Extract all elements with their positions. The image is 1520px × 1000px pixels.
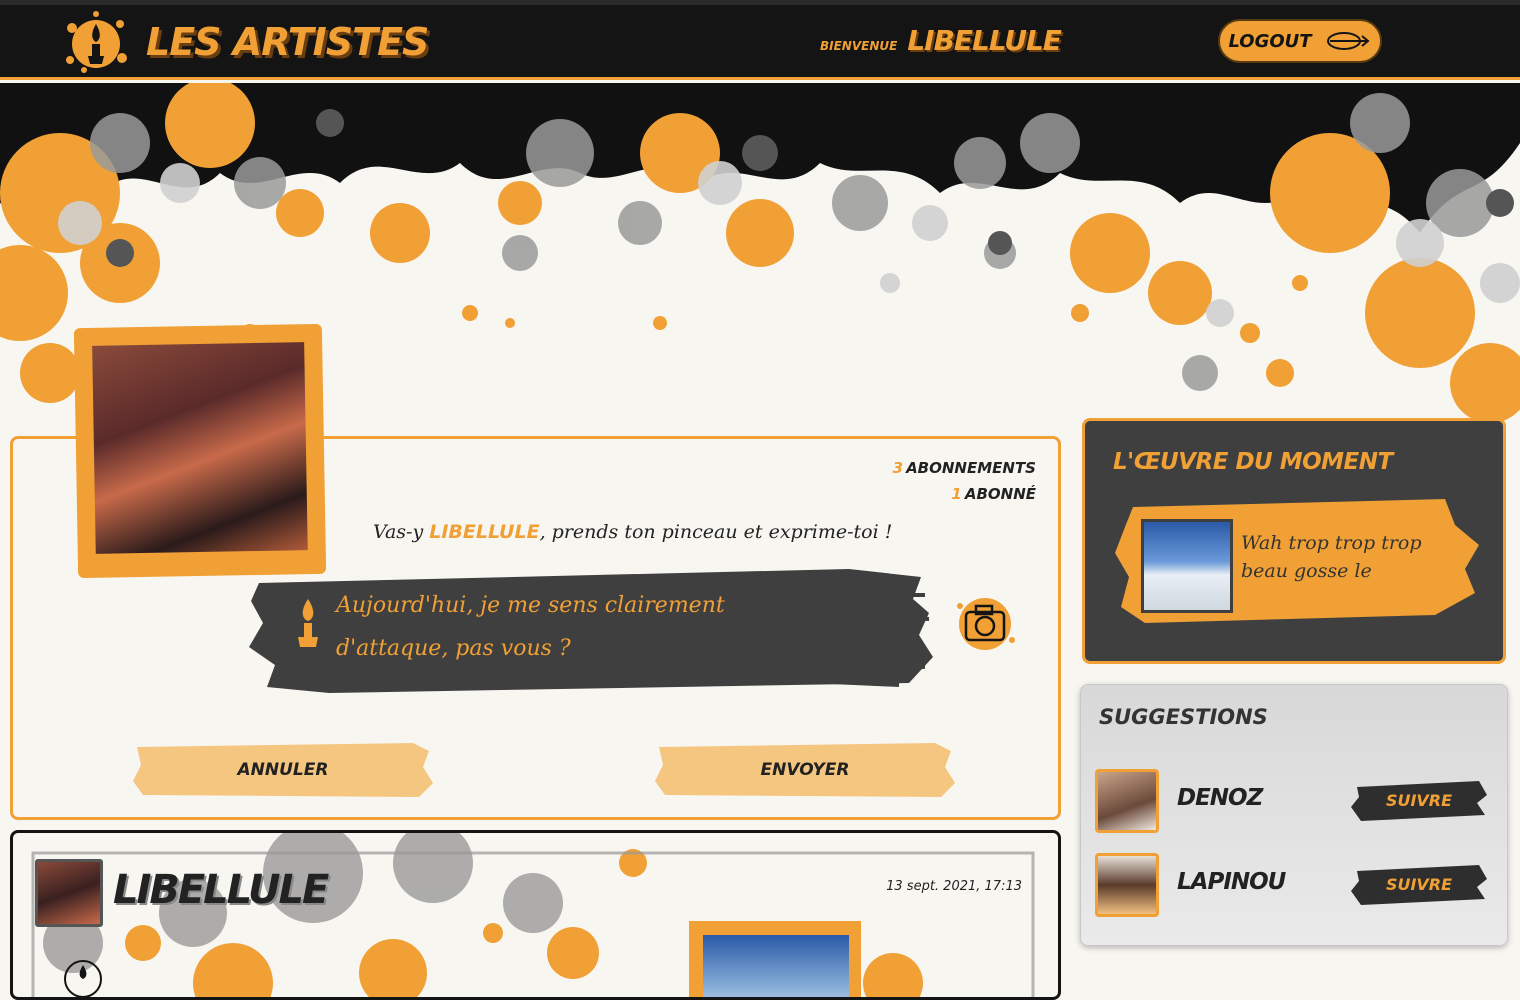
logout-button[interactable]: LOGOUT: [1218, 19, 1382, 63]
following-stat[interactable]: 3 ABONNEMENTS: [893, 455, 1036, 481]
followers-label: ABONNÉ: [964, 485, 1036, 503]
prompt-username: LIBELLULE: [429, 521, 540, 543]
composer-textarea[interactable]: Aujourd'hui, je me sens clairement d'att…: [336, 584, 756, 670]
following-label: ABONNEMENTS: [906, 459, 1036, 477]
feed-post: LIBELLULE 13 sept. 2021, 17:13: [10, 830, 1061, 1000]
avatar[interactable]: [1095, 769, 1159, 833]
followers-count: 1: [951, 485, 962, 503]
feed-post-date: 13 sept. 2021, 17:13: [886, 879, 1022, 894]
feed-author-name[interactable]: LIBELLULE: [113, 867, 329, 913]
feed-photo-frame: [689, 921, 861, 997]
brush-arrow-icon: [1326, 32, 1370, 50]
following-count: 3: [892, 459, 904, 477]
send-button[interactable]: ENVOYER: [655, 741, 955, 799]
suggestion-name[interactable]: LAPINOU: [1177, 869, 1286, 895]
profile-photo[interactable]: [92, 342, 308, 554]
suggestions-title: SUGGESTIONS: [1099, 705, 1268, 729]
top-navigation-bar: LES ARTISTES BIENVENUE LIBELLULE LOGOUT: [0, 0, 1520, 80]
suggestion-item: DENOZ SUIVRE: [1095, 769, 1495, 835]
brand-title: LES ARTISTES: [146, 20, 429, 64]
follow-label: SUIVRE: [1385, 875, 1453, 894]
suggestion-name[interactable]: DENOZ: [1177, 785, 1263, 811]
brand-logo[interactable]: LES ARTISTES: [62, 8, 429, 76]
cancel-button[interactable]: ANNULER: [133, 741, 433, 799]
profile-photo-frame: [73, 323, 327, 579]
welcome-label: BIENVENUE: [820, 39, 898, 53]
featured-caption[interactable]: Wah trop trop trop beau gosse le: [1241, 529, 1451, 595]
welcome-message: BIENVENUE LIBELLULE: [820, 24, 1062, 57]
logout-label: LOGOUT: [1228, 30, 1312, 52]
feed-author-avatar[interactable]: [35, 859, 103, 927]
follow-button[interactable]: SUIVRE: [1351, 781, 1487, 821]
camera-icon: [957, 598, 1015, 650]
follow-button[interactable]: SUIVRE: [1351, 865, 1487, 905]
avatar[interactable]: [1095, 853, 1159, 917]
featured-title: L'ŒUVRE DU MOMENT: [1113, 449, 1393, 475]
cancel-label: ANNULER: [237, 760, 329, 780]
prompt-prefix: Vas-y: [373, 521, 430, 543]
welcome-username: LIBELLULE: [907, 24, 1062, 57]
follow-label: SUIVRE: [1385, 791, 1453, 810]
paint-splash-logo-icon: [66, 11, 127, 73]
send-label: ENVOYER: [760, 760, 850, 780]
followers-stat[interactable]: 1 ABONNÉ: [893, 481, 1036, 507]
feed-splash-background: [31, 833, 1035, 997]
add-photo-button[interactable]: [952, 592, 1018, 660]
feed-photo[interactable]: [703, 935, 849, 997]
featured-thumbnail[interactable]: [1141, 519, 1233, 613]
featured-artwork-panel: L'ŒUVRE DU MOMENT Wah trop trop trop bea…: [1082, 418, 1506, 664]
composer-prompt: Vas-y LIBELLULE, prends ton pinceau et e…: [373, 521, 892, 543]
suggestion-item: LAPINOU SUIVRE: [1095, 853, 1495, 919]
brush-icon: [64, 960, 102, 997]
window-strip: [0, 0, 1520, 5]
brush-icon: [298, 599, 318, 647]
suggestions-panel: SUGGESTIONS DENOZ SUIVRE LAPINOU SUIVRE: [1080, 684, 1508, 946]
prompt-suffix: , prends ton pinceau et exprime-toi !: [539, 521, 893, 543]
profile-stats: 3 ABONNEMENTS 1 ABONNÉ: [893, 455, 1036, 507]
